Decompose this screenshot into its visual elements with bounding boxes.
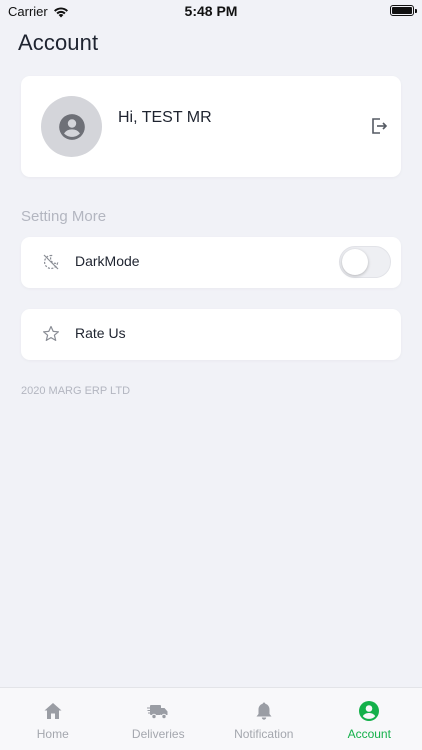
tab-bar: Home Deliveries Notification Account xyxy=(0,687,422,750)
home-icon xyxy=(44,703,62,719)
dark-mode-toggle[interactable] xyxy=(339,246,391,278)
logout-icon[interactable] xyxy=(369,116,389,136)
clock: 5:48 PM xyxy=(184,3,238,19)
section-heading: Setting More xyxy=(21,208,107,225)
bell-icon xyxy=(256,702,272,720)
tab-deliveries-label: Deliveries xyxy=(131,727,185,741)
tab-home[interactable]: Home xyxy=(0,688,106,750)
dark-mode-label: DarkMode xyxy=(75,253,140,269)
tab-account[interactable]: Account xyxy=(317,688,422,750)
truck-icon xyxy=(147,705,168,720)
profile-card: Hi, TEST MR xyxy=(21,76,401,177)
tab-notification-label: Notification xyxy=(234,727,294,741)
tab-account-label: Account xyxy=(347,727,391,741)
account-screen: Carrier 5:48 PM Account Hi, TEST MR Sett… xyxy=(0,0,422,750)
toggle-knob xyxy=(342,249,368,275)
star-outline-icon xyxy=(43,325,59,341)
dark-mode-icon xyxy=(43,254,59,270)
status-bar: Carrier 5:48 PM xyxy=(0,0,422,22)
battery-tip xyxy=(415,9,417,13)
dark-mode-row[interactable]: DarkMode xyxy=(21,237,401,288)
tab-home-label: Home xyxy=(36,727,69,741)
battery-icon xyxy=(390,5,417,16)
tab-notification[interactable]: Notification xyxy=(211,688,317,750)
copyright-text: 2020 MARG ERP LTD xyxy=(21,385,131,397)
battery-level xyxy=(392,7,412,14)
page-title: Account xyxy=(18,30,99,55)
user-circle-icon xyxy=(58,113,85,140)
tab-deliveries[interactable]: Deliveries xyxy=(106,688,212,750)
user-greeting: Hi, TEST MR xyxy=(118,109,212,126)
account-icon xyxy=(359,701,380,721)
rate-us-row[interactable]: Rate Us xyxy=(21,309,401,360)
avatar[interactable] xyxy=(41,96,102,157)
rate-us-label: Rate Us xyxy=(75,325,126,341)
